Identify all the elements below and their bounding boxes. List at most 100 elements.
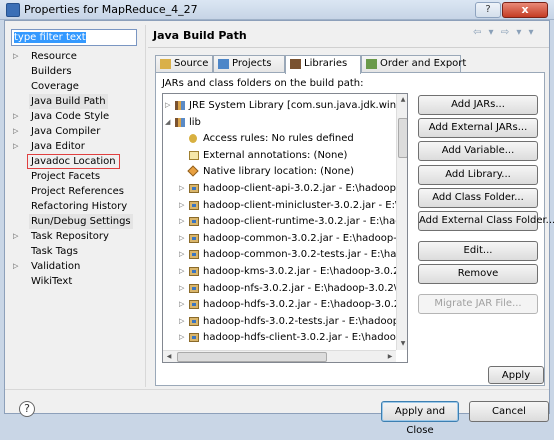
window-title: Properties for MapReduce_4_27 <box>24 3 198 16</box>
tree-row-label: hadoop-hdfs-client-3.0.2.jar - E:\hadoop… <box>203 332 408 344</box>
jar-icon <box>189 316 199 326</box>
nav-item-label: Run/Debug Settings <box>29 214 133 229</box>
horizontal-scroll-thumb[interactable] <box>177 352 327 362</box>
header-divider <box>148 47 549 48</box>
tree-toggle-icon[interactable]: ▷ <box>179 198 187 213</box>
jar-icon <box>189 200 199 210</box>
nav-item-label: Project References <box>31 186 124 197</box>
tree-row[interactable]: Access rules: No rules defined <box>163 131 396 146</box>
tree-toggle-icon[interactable]: ▷ <box>179 181 187 196</box>
scroll-left-icon[interactable]: ◀ <box>163 351 175 362</box>
tree-toggle-icon[interactable]: ▷ <box>179 281 187 296</box>
build-path-tree[interactable]: ▷ JRE System Library [com.sun.java.jdk.wi… <box>162 93 408 363</box>
jar-icon <box>189 233 199 243</box>
tab-label: Order and Export <box>380 58 467 69</box>
tree-row-label: hadoop-common-3.0.2.jar - E:\hadoop-3.0.… <box>203 232 407 244</box>
native-library-icon <box>187 165 199 178</box>
add-external-class-folder-button[interactable]: Add External Class Folder... <box>418 211 554 231</box>
tree-toggle-icon[interactable]: ▷ <box>179 297 187 312</box>
expand-arrow-icon[interactable]: ▷ <box>13 109 21 124</box>
nav-item-label: Refactoring History <box>31 201 128 212</box>
nav-item-label: Task Tags <box>31 246 78 257</box>
remove-button[interactable]: Remove <box>418 264 538 284</box>
pane-splitter[interactable] <box>145 25 146 387</box>
tree-toggle-icon[interactable]: ▷ <box>179 330 187 345</box>
expand-arrow-icon[interactable]: ▷ <box>13 229 21 244</box>
add-variable-button[interactable]: Add Variable... <box>418 141 538 161</box>
tree-row-label: hadoop-nfs-3.0.2.jar - E:\hadoop-3.0.2\s… <box>203 282 408 294</box>
tab-projects[interactable]: Projects <box>213 55 285 73</box>
tree-row[interactable]: ▷ hadoop-client-runtime-3.0.2.jar - E:\ha… <box>163 214 407 229</box>
apply-button[interactable]: Apply <box>488 366 544 384</box>
access-rules-icon <box>189 134 197 144</box>
properties-nav-tree: ▷ Resource Builders Coverage Java Build Path… <box>11 49 139 349</box>
nav-item-label: Java Code Style <box>31 111 110 122</box>
tree-row[interactable]: ▷ hadoop-client-minicluster-3.0.2.jar - E… <box>163 198 407 213</box>
nav-item-label: Coverage <box>31 81 79 92</box>
window-close-button[interactable]: x <box>502 2 548 18</box>
tree-row[interactable]: External annotations: (None) <box>163 148 396 163</box>
tree-row[interactable]: ▷ JRE System Library [com.sun.java.jdk.wi… <box>163 98 407 113</box>
apply-and-close-button[interactable]: Apply and Close <box>381 401 459 436</box>
tree-row[interactable]: ▷ hadoop-nfs-3.0.2.jar - E:\hadoop-3.0.2\… <box>163 281 407 296</box>
scroll-right-icon[interactable]: ▶ <box>384 351 396 362</box>
library-icon <box>175 117 185 127</box>
filter-input-text: type filter text <box>14 32 86 43</box>
window-help-button[interactable]: ? <box>475 2 501 18</box>
library-icon <box>175 101 185 110</box>
tree-row[interactable]: ▷ hadoop-hdfs-3.0.2-tests.jar - E:\hadoop… <box>163 314 407 329</box>
tree-toggle-icon[interactable]: ▷ <box>179 231 187 246</box>
annotations-icon <box>189 150 199 160</box>
expand-arrow-icon[interactable]: ▷ <box>13 259 21 274</box>
tree-toggle-icon[interactable]: ◢ <box>165 115 173 130</box>
add-jars-button[interactable]: Add JARs... <box>418 95 538 115</box>
help-icon[interactable]: ? <box>19 401 35 417</box>
tree-row-label: hadoop-client-minicluster-3.0.2.jar - E:… <box>203 199 407 211</box>
jar-icon <box>189 217 199 227</box>
expand-arrow-icon[interactable]: ▷ <box>13 139 21 154</box>
scroll-down-icon[interactable]: ▼ <box>397 338 407 350</box>
tree-toggle-icon[interactable]: ▷ <box>179 247 187 262</box>
build-path-tabs: Source Projects Libraries Order and Export <box>155 55 545 74</box>
vertical-scroll-thumb[interactable] <box>398 118 407 158</box>
edit-button[interactable]: Edit... <box>418 241 538 261</box>
expand-arrow-icon[interactable]: ▷ <box>13 49 21 64</box>
add-external-jars-button[interactable]: Add External JARs... <box>418 118 538 138</box>
nav-item-label: Java Build Path <box>29 94 108 109</box>
tree-row[interactable]: ▷ hadoop-hdfs-3.0.2.jar - E:\hadoop-3.0.2… <box>163 297 407 312</box>
tree-horizontal-scrollbar[interactable]: ◀ ▶ <box>163 350 396 362</box>
scroll-up-icon[interactable]: ▲ <box>397 94 407 106</box>
migrate-jar-button: Migrate JAR File... <box>418 294 538 314</box>
tree-vertical-scrollbar[interactable]: ▲ ▼ <box>396 94 407 350</box>
order-export-icon <box>366 59 377 69</box>
cancel-button[interactable]: Cancel <box>469 401 549 422</box>
tab-label: Source <box>174 58 209 69</box>
nav-item-label: Project Facets <box>31 171 101 182</box>
tree-row[interactable]: ▷ hadoop-client-api-3.0.2.jar - E:\hadoop… <box>163 181 407 196</box>
tab-source[interactable]: Source <box>155 55 213 73</box>
tree-row[interactable]: ▷ hadoop-kms-3.0.2.jar - E:\hadoop-3.0.2\… <box>163 264 407 279</box>
tree-row[interactable]: Native library location: (None) <box>163 164 396 179</box>
tab-order-and-export[interactable]: Order and Export <box>361 55 466 73</box>
tab-label: Projects <box>232 58 272 69</box>
tree-toggle-icon[interactable]: ▷ <box>179 264 187 279</box>
add-class-folder-button[interactable]: Add Class Folder... <box>418 188 538 208</box>
history-nav-arrows[interactable]: ⇦ ▾ ⇨ ▾ ▾ <box>473 27 545 43</box>
tree-row-label: hadoop-kms-3.0.2.jar - E:\hadoop-3.0.2\s… <box>203 266 408 277</box>
tree-row[interactable]: ◢ lib <box>163 115 396 130</box>
expand-arrow-icon[interactable]: ▷ <box>13 124 21 139</box>
nav-item-label: Java Editor <box>31 141 85 152</box>
filter-input[interactable]: type filter text <box>11 29 137 46</box>
tree-toggle-icon[interactable]: ▷ <box>179 214 187 229</box>
tree-toggle-icon[interactable]: ▷ <box>179 314 187 329</box>
tree-row[interactable]: ▷ hadoop-common-3.0.2-tests.jar - E:\hado… <box>163 247 407 262</box>
nav-item-label: Resource <box>31 51 77 62</box>
tree-row[interactable]: ▷ hadoop-common-3.0.2.jar - E:\hadoop-3.0… <box>163 231 407 246</box>
tree-row-label: Access rules: No rules defined <box>203 133 354 145</box>
nav-item-label: Builders <box>31 66 72 77</box>
tab-libraries[interactable]: Libraries <box>285 55 361 74</box>
tree-row[interactable]: ▷ hadoop-hdfs-client-3.0.2.jar - E:\hadoo… <box>163 330 407 345</box>
tree-row-label: External annotations: (None) <box>203 149 348 161</box>
add-library-button[interactable]: Add Library... <box>418 165 538 185</box>
tree-toggle-icon[interactable]: ▷ <box>165 98 173 113</box>
